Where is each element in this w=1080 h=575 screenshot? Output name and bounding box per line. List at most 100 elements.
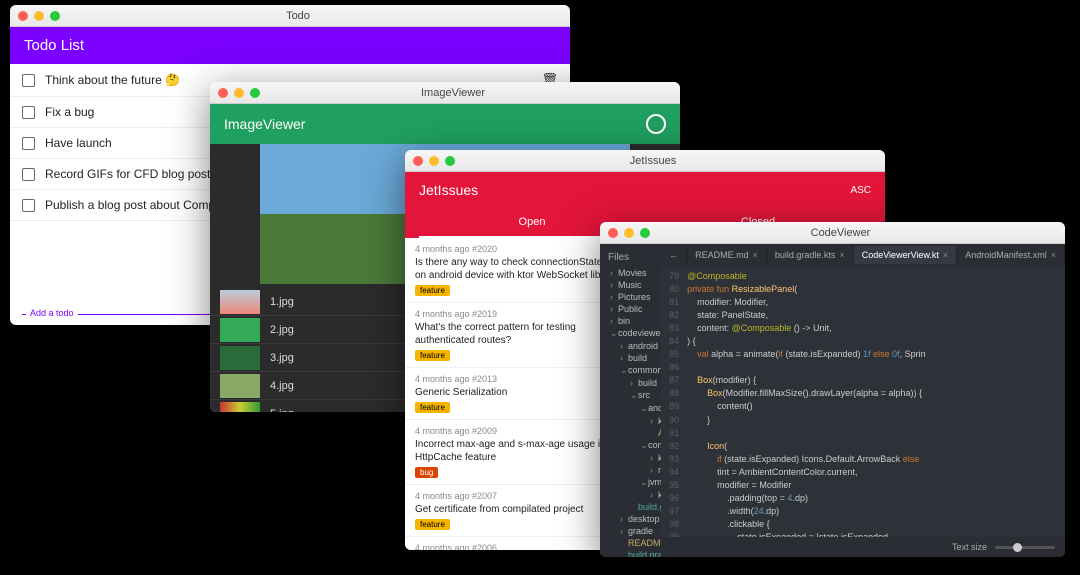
- todo-titlebar[interactable]: Todo: [10, 5, 570, 27]
- tree-folder[interactable]: ›build: [600, 352, 661, 364]
- code-line[interactable]: 86: [661, 361, 1065, 374]
- editor-tab[interactable]: CodeViewerView.kt×: [854, 246, 957, 264]
- tree-folder[interactable]: ›bin: [600, 315, 661, 327]
- issue-item[interactable]: 4 months ago #2007 Get certificate from …: [405, 485, 625, 537]
- line-number: 93: [661, 453, 687, 466]
- thumbnail-image: [220, 402, 260, 413]
- tree-folder[interactable]: ⌄src: [600, 389, 661, 402]
- chevron-icon: ›: [610, 304, 618, 314]
- code-line[interactable]: 95 modifier = Modifier: [661, 479, 1065, 492]
- code-line[interactable]: 80private fun ResizablePanel(: [661, 283, 1065, 296]
- tree-folder[interactable]: ›android: [600, 340, 661, 352]
- code-line[interactable]: 87 Box(modifier) {: [661, 374, 1065, 387]
- close-tab-icon[interactable]: ×: [839, 250, 844, 260]
- tree-file[interactable]: README.md: [600, 537, 661, 549]
- close-tab-icon[interactable]: ×: [943, 250, 948, 260]
- code-line[interactable]: 88 Box(Modifier.fillMaxSize().drawLayer(…: [661, 387, 1065, 400]
- close-tab-icon[interactable]: ×: [753, 250, 758, 260]
- editor-tab[interactable]: README.md×: [687, 246, 767, 264]
- checkbox-icon[interactable]: [22, 168, 35, 181]
- close-icon[interactable]: [18, 11, 28, 21]
- tree-folder[interactable]: ›kotlin: [600, 452, 661, 464]
- iv-titlebar[interactable]: ImageViewer: [210, 82, 680, 104]
- code-line[interactable]: 98 .clickable {: [661, 518, 1065, 531]
- editor-tab[interactable]: build.gradle.kts×: [767, 246, 854, 264]
- close-icon[interactable]: [413, 156, 423, 166]
- checkbox-icon[interactable]: [22, 137, 35, 150]
- code-line[interactable]: 89 content(): [661, 400, 1065, 413]
- window-title: Todo: [34, 10, 562, 22]
- code-line[interactable]: 91: [661, 427, 1065, 440]
- chevron-icon: ⌄: [630, 390, 638, 401]
- tree-folder[interactable]: ⌄codeviewer: [600, 327, 661, 340]
- tree-file[interactable]: AndroidManifest.xml: [600, 427, 661, 439]
- tree-folder[interactable]: ›Music: [600, 279, 661, 291]
- ji-titlebar[interactable]: JetIssues: [405, 150, 885, 172]
- code-line[interactable]: 94 tint = AmbientContentColor.current,: [661, 466, 1065, 479]
- text-size-slider[interactable]: [995, 546, 1055, 549]
- tree-folder[interactable]: ›Movies: [600, 267, 661, 279]
- thumbnail-image: [220, 374, 260, 398]
- issue-list[interactable]: 4 months ago #2020 Is there any way to c…: [405, 238, 626, 550]
- editor-tab[interactable]: AndroidManifest.xml×: [957, 246, 1065, 264]
- tree-folder[interactable]: ⌄jvmMain: [600, 476, 661, 489]
- issue-item[interactable]: 4 months ago #2006 Ktor slow startup dur…: [405, 537, 625, 550]
- refresh-icon[interactable]: [646, 114, 666, 134]
- code-line[interactable]: 97 .width(24.dp): [661, 505, 1065, 518]
- close-icon[interactable]: [608, 228, 618, 238]
- tree-label: build.gradle.kts: [638, 502, 661, 512]
- code-editor[interactable]: 79@Composable80private fun ResizablePane…: [661, 266, 1065, 537]
- file-tree[interactable]: Files ›Movies›Music›Pictures›Public›bin⌄…: [600, 244, 661, 557]
- checkbox-icon[interactable]: [22, 199, 35, 212]
- issue-item[interactable]: 4 months ago #2020 Is there any way to c…: [405, 238, 625, 303]
- chevron-icon: ›: [620, 526, 628, 536]
- checkbox-icon[interactable]: [22, 106, 35, 119]
- nav-back-button[interactable]: ←: [661, 246, 687, 264]
- chevron-icon: ›: [650, 416, 658, 426]
- tree-folder[interactable]: ›desktop: [600, 513, 661, 525]
- code-line[interactable]: 92 Icon(: [661, 440, 1065, 453]
- line-number: 80: [661, 283, 687, 296]
- close-tab-icon[interactable]: ×: [1051, 250, 1056, 260]
- cv-titlebar[interactable]: CodeViewer: [600, 222, 1065, 244]
- code-line[interactable]: 90 }: [661, 414, 1065, 427]
- ji-title: JetIssues: [419, 182, 478, 198]
- chevron-icon: ›: [650, 453, 658, 463]
- line-number: 88: [661, 387, 687, 400]
- tree-folder[interactable]: ›build: [600, 377, 661, 389]
- code-line[interactable]: 96 .padding(top = 4.dp): [661, 492, 1065, 505]
- line-number: 91: [661, 427, 687, 440]
- issue-item[interactable]: 4 months ago #2009 Incorrect max-age and…: [405, 420, 625, 485]
- tree-folder[interactable]: ›gradle: [600, 525, 661, 537]
- code-line[interactable]: 85 val alpha = animate(if (state.isExpan…: [661, 348, 1065, 361]
- tree-folder[interactable]: ⌄common: [600, 364, 661, 377]
- tree-file[interactable]: build.gradle.kts: [600, 501, 661, 513]
- thumbnail-image: [220, 346, 260, 370]
- tree-folder[interactable]: ›kotlin: [600, 489, 661, 501]
- code-line[interactable]: 79@Composable: [661, 270, 1065, 283]
- tree-folder[interactable]: ›Pictures: [600, 291, 661, 303]
- sort-button[interactable]: ASC: [850, 185, 871, 196]
- tree-folder[interactable]: ⌄androidMain: [600, 402, 661, 415]
- code-line[interactable]: 93 if (state.isExpanded) Icons.Default.A…: [661, 453, 1065, 466]
- issue-item[interactable]: 4 months ago #2019 What's the correct pa…: [405, 303, 625, 368]
- code-line[interactable]: 84) {: [661, 335, 1065, 348]
- tree-label: common: [628, 365, 661, 375]
- tree-label: build.gradle.kts: [628, 550, 661, 557]
- code-line[interactable]: 82 state: PanelState,: [661, 309, 1065, 322]
- issue-tag: feature: [415, 519, 450, 530]
- tree-folder[interactable]: ⌄commonMain: [600, 439, 661, 452]
- tree-file[interactable]: build.gradle.kts: [600, 549, 661, 557]
- code-line[interactable]: 81 modifier: Modifier,: [661, 296, 1065, 309]
- close-icon[interactable]: [218, 88, 228, 98]
- line-number: 89: [661, 400, 687, 413]
- checkbox-icon[interactable]: [22, 74, 35, 87]
- code-text: Box(modifier) {: [687, 374, 756, 387]
- issue-item[interactable]: 4 months ago #2013 Generic Serialization…: [405, 368, 625, 420]
- tree-folder[interactable]: ›kotlin: [600, 415, 661, 427]
- code-text: Icon(: [687, 440, 727, 453]
- tree-folder[interactable]: ›resources: [600, 464, 661, 476]
- code-line[interactable]: 83 content: @Composable () -> Unit,: [661, 322, 1065, 335]
- tree-folder[interactable]: ›Public: [600, 303, 661, 315]
- tree-label: desktop: [628, 514, 660, 524]
